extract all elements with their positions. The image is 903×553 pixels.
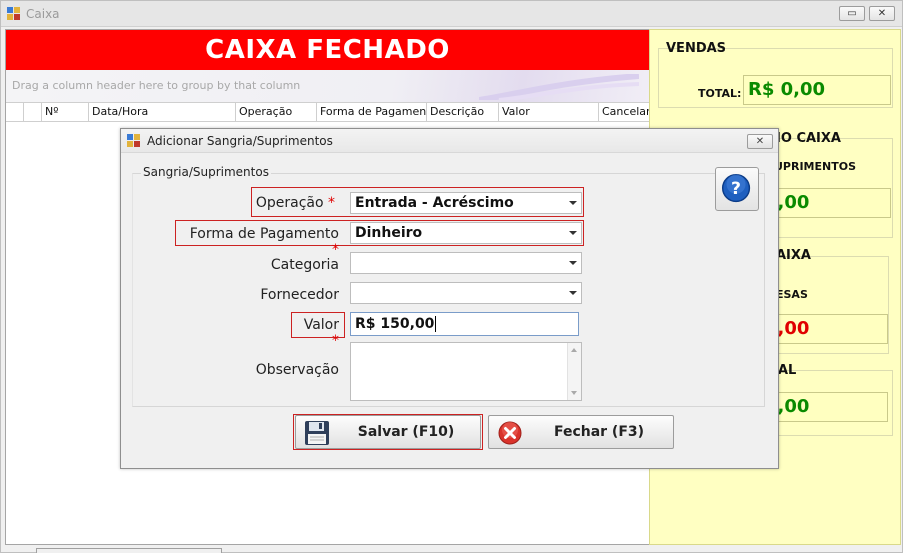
column-headers: Nº Data/Hora Operação Forma de Pagamento…: [6, 102, 649, 122]
maximize-button[interactable]: ▭: [839, 6, 865, 21]
col-cancelar[interactable]: Cancelar: [599, 103, 649, 121]
forma-value: Dinheiro: [355, 225, 423, 241]
bottom-tab[interactable]: [36, 548, 222, 553]
group-by-hint: Drag a column header here to group by th…: [12, 79, 301, 92]
floppy-disk-icon: [305, 421, 329, 445]
col-data-hora[interactable]: Data/Hora: [89, 103, 236, 121]
scroll-down-icon[interactable]: [571, 391, 577, 395]
operacao-label: Operação *: [255, 195, 335, 211]
decorative-swoosh: [479, 74, 639, 100]
col-valor[interactable]: Valor: [499, 103, 599, 121]
despesas-value: 0,00: [760, 314, 888, 344]
observacao-textarea[interactable]: [350, 342, 582, 401]
operacao-combo[interactable]: Entrada - Acréscimo: [350, 192, 582, 214]
scroll-up-icon[interactable]: [571, 348, 577, 352]
forma-label: Forma de Pagamento *: [189, 226, 339, 258]
categoria-label: Categoria: [270, 257, 339, 273]
operacao-value: Entrada - Acréscimo: [355, 195, 514, 211]
close-window-button[interactable]: ✕: [869, 6, 895, 21]
forma-required-mark: *: [332, 242, 339, 258]
svg-text:?: ?: [731, 179, 741, 199]
group-by-area[interactable]: Drag a column header here to group by th…: [6, 70, 649, 102]
total-title: AL: [778, 363, 797, 378]
fornecedor-combo[interactable]: [350, 282, 582, 304]
chevron-down-icon[interactable]: [569, 201, 577, 205]
save-button[interactable]: Salvar (F10): [295, 415, 481, 449]
col-indicator: [6, 103, 24, 121]
close-circle-icon: [498, 421, 522, 445]
valor-input[interactable]: R$ 150,00: [350, 312, 579, 336]
despesas-label: ESAS: [776, 288, 808, 301]
col-operacao[interactable]: Operação: [236, 103, 317, 121]
vendas-title: VENDAS: [666, 41, 727, 56]
caixa-title: AIXA: [776, 248, 811, 263]
col-select[interactable]: [24, 103, 42, 121]
suprimentos-label: UPRIMENTOS: [774, 160, 857, 173]
col-descricao[interactable]: Descrição: [427, 103, 499, 121]
dialog-app-icon: [127, 134, 140, 147]
col-numero[interactable]: Nº: [42, 103, 89, 121]
window-titlebar: Caixa ▭ ✕: [1, 1, 902, 27]
categoria-combo[interactable]: [350, 252, 582, 274]
observacao-label: Observação: [255, 362, 339, 378]
help-button[interactable]: ?: [715, 167, 759, 211]
chevron-down-icon[interactable]: [569, 291, 577, 295]
save-button-label: Salvar (F10): [357, 424, 455, 440]
vendas-total-value: R$ 0,00: [743, 75, 891, 105]
window-title: Caixa: [26, 7, 60, 21]
valor-value: R$ 150,00: [355, 316, 435, 332]
no-caixa-title: NO CAIXA: [770, 131, 841, 146]
close-button[interactable]: Fechar (F3): [488, 415, 674, 449]
close-button-label: Fechar (F3): [553, 424, 645, 440]
sangria-dialog: Adicionar Sangria/Suprimentos ✕ Sangria/…: [120, 128, 779, 469]
total-value: 0,00: [760, 392, 888, 422]
vendas-total-label: TOTAL:: [698, 87, 742, 100]
chevron-down-icon[interactable]: [569, 261, 577, 265]
dialog-close-button[interactable]: ✕: [747, 134, 773, 149]
observacao-scrollbar[interactable]: [567, 343, 581, 400]
valor-required-mark: *: [332, 333, 339, 349]
help-icon: ?: [721, 173, 751, 203]
col-forma-pagamento[interactable]: Forma de Pagamento: [317, 103, 427, 121]
groupbox-title: Sangria/Suprimentos: [141, 165, 271, 179]
suprimentos-value: 0,00: [760, 188, 891, 218]
operacao-required-mark: *: [328, 195, 335, 211]
fornecedor-label: Fornecedor: [260, 287, 339, 303]
text-caret: [435, 316, 437, 332]
chevron-down-icon[interactable]: [569, 231, 577, 235]
dialog-title: Adicionar Sangria/Suprimentos: [147, 134, 333, 148]
app-icon: [7, 7, 20, 20]
forma-pagamento-combo[interactable]: Dinheiro: [350, 222, 582, 244]
dialog-titlebar: Adicionar Sangria/Suprimentos ✕: [121, 129, 778, 153]
status-banner: CAIXA FECHADO: [6, 30, 649, 70]
valor-label: Valor *: [303, 317, 339, 349]
